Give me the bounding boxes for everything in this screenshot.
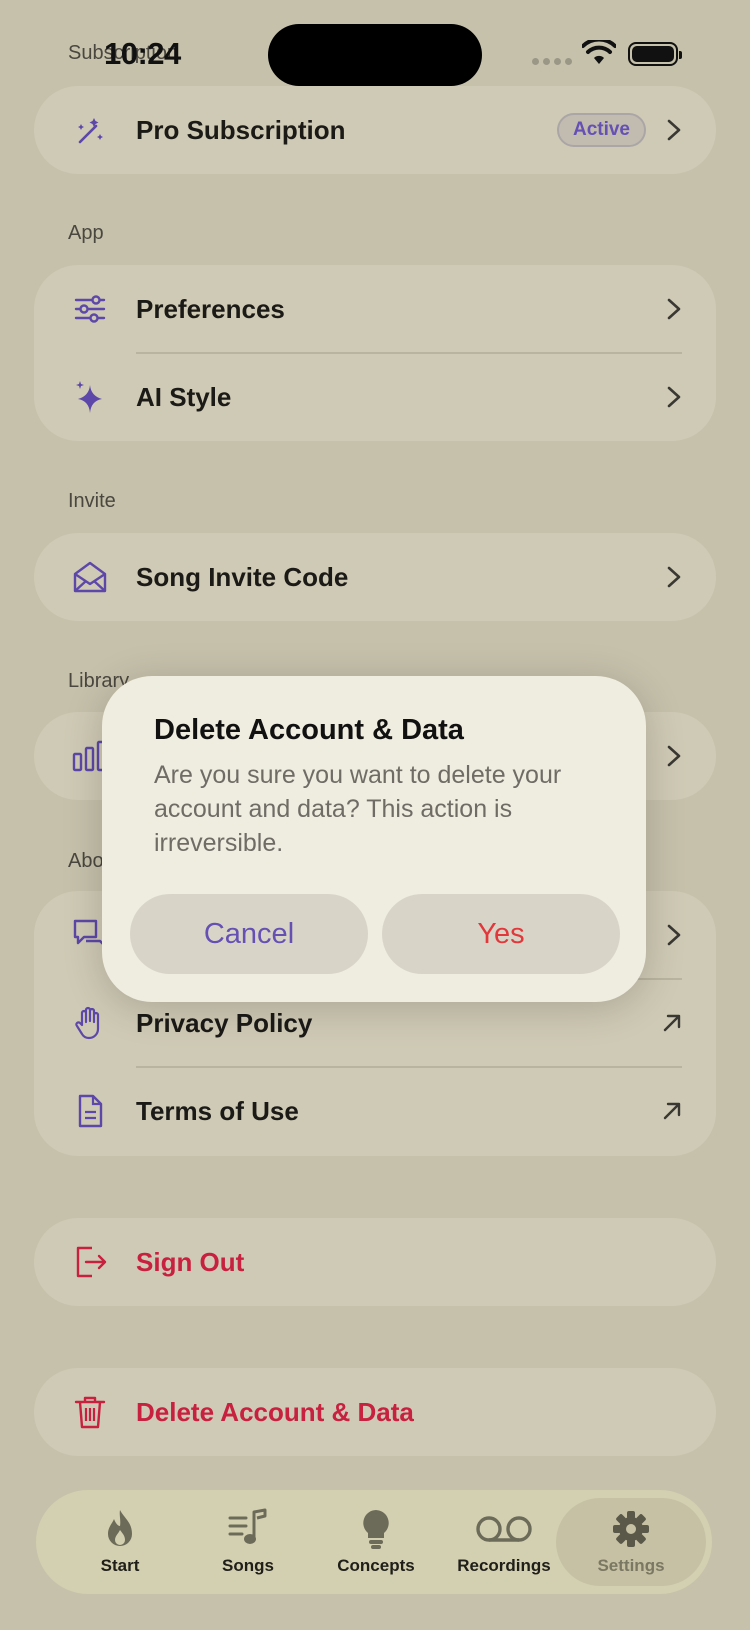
tab-recordings[interactable]: Recordings <box>440 1490 568 1594</box>
hand-icon <box>75 1006 100 1040</box>
delete-account-dialog: Delete Account & Data Are you sure you w… <box>102 676 646 1002</box>
battery-icon <box>628 42 682 66</box>
tab-label: Start <box>100 1556 140 1575</box>
sign-out-button[interactable]: Sign Out <box>34 1218 716 1306</box>
dynamic-island <box>268 24 482 86</box>
sign-out-label: Sign Out <box>136 1246 245 1277</box>
voicemail-icon <box>476 1516 532 1542</box>
sign-out-card: Sign Out <box>34 1218 716 1306</box>
terms-of-use-label: Terms of Use <box>136 1095 299 1126</box>
gear-icon <box>613 1511 649 1547</box>
status-time: 10:24 <box>104 36 181 71</box>
chevron-right-icon <box>667 924 681 946</box>
invite-card: Song Invite Code <box>34 533 716 621</box>
pro-subscription-label: Pro Subscription <box>136 114 346 145</box>
subscription-card: Pro Subscription Active <box>34 86 716 174</box>
tab-label: Concepts <box>337 1556 415 1575</box>
sliders-icon <box>74 295 106 323</box>
pro-subscription-row[interactable]: Pro Subscription Active <box>34 86 716 174</box>
chevron-right-icon <box>667 119 681 141</box>
wifi-icon <box>582 40 616 64</box>
chevron-right-icon <box>667 386 681 408</box>
tab-label: Settings <box>597 1556 665 1575</box>
music-list-icon <box>228 1508 267 1544</box>
section-label-invite: Invite <box>68 490 116 512</box>
tab-bar: Start Songs Concepts Recordings Settings <box>36 1490 712 1594</box>
ai-style-label: AI Style <box>136 381 232 412</box>
section-label-app: App <box>68 222 104 244</box>
lightbulb-icon <box>363 1510 389 1549</box>
tab-settings[interactable]: Settings <box>556 1498 706 1586</box>
document-icon <box>78 1094 103 1128</box>
chevron-right-icon <box>667 745 681 767</box>
delete-account-label: Delete Account & Data <box>136 1396 414 1427</box>
cancel-button[interactable]: Cancel <box>130 894 368 974</box>
terms-of-use-row[interactable]: Terms of Use <box>34 1067 716 1155</box>
confirm-yes-button[interactable]: Yes <box>382 894 620 974</box>
tab-label: Recordings <box>457 1556 551 1575</box>
envelope-open-icon <box>73 561 107 593</box>
chevron-right-icon <box>667 298 681 320</box>
flame-icon <box>108 1510 132 1546</box>
dialog-title: Delete Account & Data <box>154 714 464 746</box>
preferences-row[interactable]: Preferences <box>34 265 716 353</box>
song-invite-code-label: Song Invite Code <box>136 561 349 592</box>
delete-account-card: Delete Account & Data <box>34 1368 716 1456</box>
privacy-policy-label: Privacy Policy <box>136 1007 313 1038</box>
tab-concepts[interactable]: Concepts <box>312 1490 440 1594</box>
app-card: Preferences AI Style <box>34 265 716 441</box>
external-link-arrow-icon <box>663 1102 681 1120</box>
cellular-signal-icon <box>532 58 572 65</box>
trash-icon <box>74 1396 106 1429</box>
delete-account-button[interactable]: Delete Account & Data <box>34 1368 716 1456</box>
status-badge: Active <box>556 113 646 147</box>
ai-style-row[interactable]: AI Style <box>34 353 716 441</box>
magic-wand-icon <box>78 118 103 144</box>
tab-start[interactable]: Start <box>56 1490 184 1594</box>
tab-label: Songs <box>222 1556 274 1575</box>
preferences-label: Preferences <box>136 293 285 324</box>
external-link-arrow-icon <box>663 1014 681 1032</box>
tab-songs[interactable]: Songs <box>184 1490 312 1594</box>
chevron-right-icon <box>667 566 681 588</box>
song-invite-code-row[interactable]: Song Invite Code <box>34 533 716 621</box>
dialog-message: Are you sure you want to delete your acc… <box>154 761 562 857</box>
status-bar: Subscription 10:24 <box>0 0 750 90</box>
sparkles-icon <box>76 381 102 413</box>
sign-out-icon <box>76 1246 107 1278</box>
